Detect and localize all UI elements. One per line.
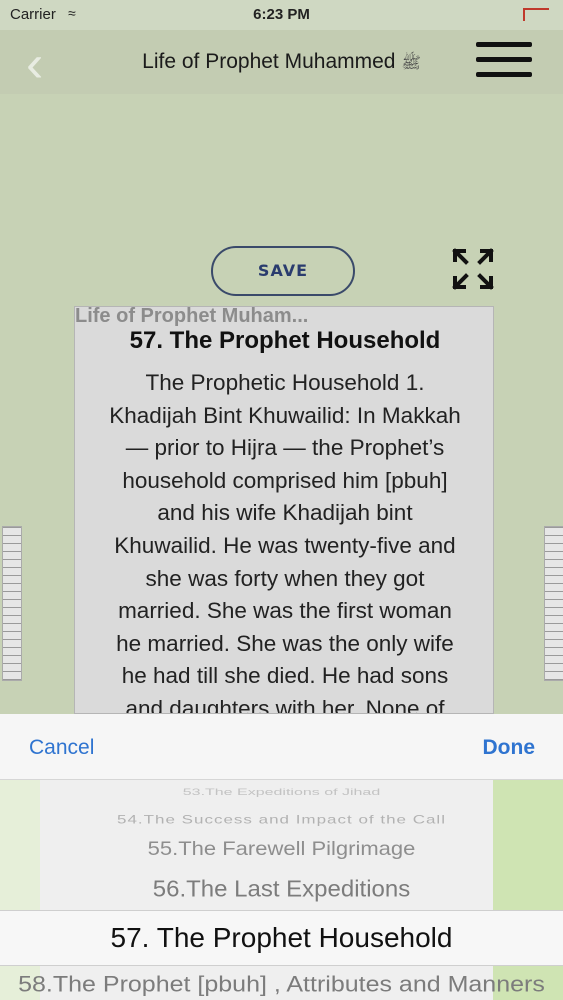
chapter-title: 57. The Prophet Household — [129, 327, 441, 354]
body-line: household comprised him [pbuh] — [122, 467, 448, 493]
body-line: — prior to Hijra — the Prophet’s — [125, 435, 445, 461]
next-page-thumbnail[interactable] — [544, 526, 563, 681]
picker-option[interactable]: 54.The Success and Impact of the Call — [0, 813, 563, 827]
body-line: Khadijah Bint Khuwailid: In Makkah — [109, 402, 461, 428]
emblem-icon: ﷺ — [401, 55, 421, 72]
body-line: she was forty when they got — [145, 565, 425, 591]
body-line: The Prophetic Household 1. — [145, 370, 425, 395]
body-line: and his wife Khadijah bint — [157, 500, 413, 526]
picker-option-selected[interactable]: 57. The Prophet Household — [0, 922, 563, 954]
chapter-body: The Prophetic Household 1. Khadijah Bint… — [85, 367, 485, 714]
body-line: he married. She was the only wife — [116, 630, 454, 656]
body-line: he had till she died. He had sons — [121, 663, 449, 689]
body-line: and daughters with her. None of — [125, 695, 445, 714]
expand-arrows-icon[interactable] — [452, 248, 494, 290]
nav-bar: ‹ Life of Prophet Muhammed ﷺ — [0, 30, 563, 94]
status-time: 6:23 PM — [253, 6, 310, 23]
cancel-button[interactable]: Cancel — [29, 736, 94, 760]
hamburger-menu-icon[interactable] — [476, 40, 532, 80]
status-bar: Carrier ≈ 6:23 PM — [0, 0, 563, 30]
chapter-picker-sheet: Cancel Done 53.The Expeditions of Jihad … — [0, 714, 563, 1000]
menu-bar-top — [476, 42, 532, 47]
save-button[interactable]: SAVE — [211, 246, 355, 296]
done-button[interactable]: Done — [483, 736, 536, 760]
menu-bar-middle — [476, 57, 532, 62]
page-card: Life of Prophet Muham... 57. The Prophet… — [74, 306, 494, 714]
body-line: Khuwailid. He was twenty-five and — [114, 532, 456, 558]
content-area: SAVE Life of Prophet Muham... 57. The Pr… — [0, 94, 563, 714]
page-title-text: Life of Prophet Muhammed — [142, 50, 396, 73]
battery-icon — [523, 8, 549, 21]
picker-option[interactable]: 58.The Prophet [pbuh] , Attributes and M… — [0, 971, 563, 997]
picker-toolbar: Cancel Done — [0, 714, 563, 780]
chapter-picker-wheel[interactable]: 53.The Expeditions of Jihad 54.The Succe… — [0, 780, 563, 1000]
picker-option[interactable]: 56.The Last Expeditions — [0, 877, 563, 904]
menu-bar-bottom — [476, 72, 532, 77]
previous-page-thumbnail[interactable] — [2, 526, 22, 681]
body-line: married. She was the first woman — [118, 598, 452, 624]
page-app-name: Life of Prophet Muham... — [75, 306, 309, 327]
picker-option[interactable]: 55.The Farewell Pilgrimage — [0, 838, 563, 861]
picker-option[interactable]: 53.The Expeditions of Jihad — [0, 788, 563, 798]
